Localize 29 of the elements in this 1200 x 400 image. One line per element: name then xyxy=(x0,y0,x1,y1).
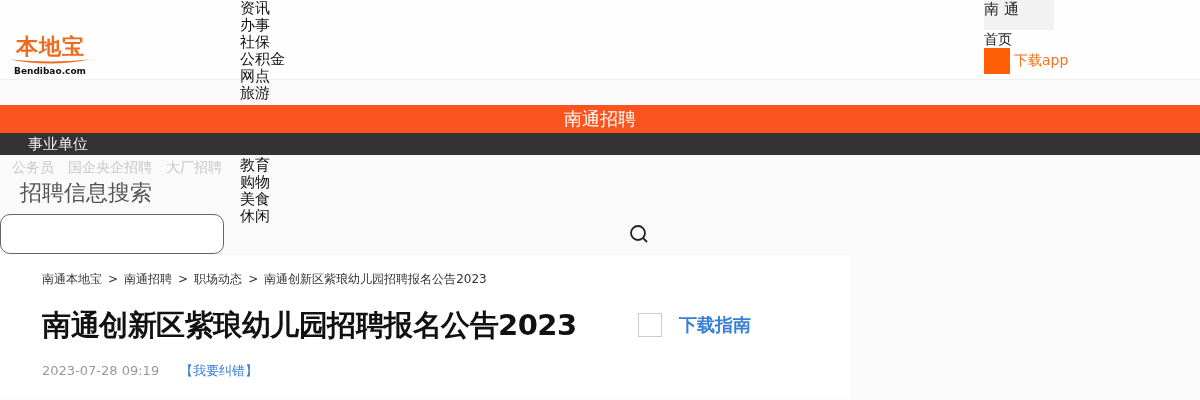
home-link[interactable]: 首页 xyxy=(984,30,1069,48)
breadcrumb-link[interactable]: 职场动态 xyxy=(194,271,243,287)
nav-link[interactable]: 教育 xyxy=(240,157,270,174)
search-field[interactable] xyxy=(0,214,224,254)
nav-link[interactable]: 休闲 xyxy=(240,208,270,225)
search-icon[interactable] xyxy=(629,224,649,244)
breadcrumb-separator: > xyxy=(108,271,119,287)
report-link[interactable]: 【我要纠错】 xyxy=(180,363,258,379)
nav-link[interactable]: 美食 xyxy=(240,191,270,208)
download-link[interactable]: 下载指南 xyxy=(679,313,751,337)
publish-date: 2023-07-28 09:19 xyxy=(42,363,161,379)
breadcrumb-link[interactable]: 南通招聘 xyxy=(124,271,173,287)
breadcrumb-separator: > xyxy=(178,271,189,287)
nav-link[interactable]: 社保 xyxy=(240,34,285,51)
nav-link[interactable]: 旅游 xyxy=(240,85,285,102)
nav-link[interactable]: 办事 xyxy=(240,17,285,34)
city-selector[interactable]: 南 通 xyxy=(984,0,1054,30)
breadcrumb-link[interactable]: 南通本地宝 xyxy=(42,271,102,287)
nav-link[interactable]: 资讯 xyxy=(240,0,285,17)
logo-subtext: Bendibao.com xyxy=(14,66,86,77)
breadcrumb-separator: > xyxy=(248,271,259,287)
nav-link[interactable]: 公积金 xyxy=(240,51,285,68)
category-link[interactable]: 事业单位 xyxy=(28,135,88,153)
nav-link[interactable]: 网点 xyxy=(240,68,285,85)
breadcrumb-link[interactable]: 南通创新区紫琅幼儿园招聘报名公告2023 xyxy=(264,271,487,287)
nav-link[interactable]: 购物 xyxy=(240,174,270,191)
search-heading: 招聘信息搜索 xyxy=(20,179,152,207)
banner-title: 南通招聘 xyxy=(564,107,636,131)
article-title: 南通创新区紫琅幼儿园招聘报名公告2023 xyxy=(42,307,578,343)
